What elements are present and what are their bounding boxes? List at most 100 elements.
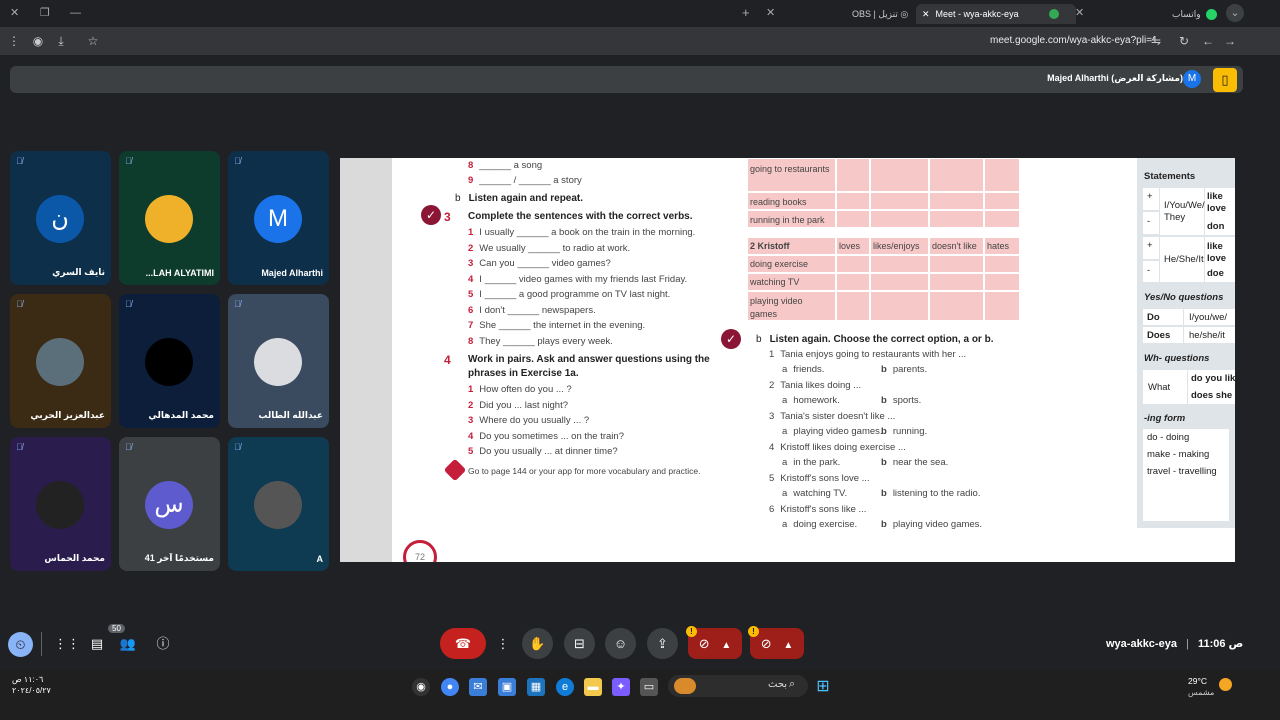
option-a: a playing video games. [782, 426, 883, 437]
shared-screen: 8 ______ a song 9 ______ / ______ a story … [340, 158, 1235, 562]
item-number: 4 [769, 442, 775, 453]
more-options-icon[interactable]: ⋮ [494, 628, 512, 659]
participant-tile[interactable]: 🎙̸ عبدالعزيز الحربي [10, 294, 111, 428]
participant-tile[interactable]: 🎙̸ عبدالله الطالب [228, 294, 329, 428]
column-header: likes/enjoys [873, 241, 920, 251]
store-icon[interactable]: ▦ [527, 678, 545, 696]
table-cell [984, 192, 1020, 210]
copilot-icon[interactable]: ✦ [612, 678, 630, 696]
close-window-icon[interactable]: ✕ [10, 4, 19, 22]
mic-off-icon: 🎙̸ [125, 442, 132, 452]
table-cell [929, 158, 984, 192]
warning-icon: ! [748, 626, 759, 637]
avatar [145, 338, 193, 386]
grammar-verb: love [1207, 203, 1227, 214]
tab-meet[interactable]: ✕ Meet - wya-akkc-eya [916, 4, 1076, 24]
item-number: 7 [468, 320, 474, 331]
download-icon[interactable]: ⤓ [51, 31, 71, 51]
obs-icon[interactable]: ◉ [412, 678, 430, 696]
back-icon[interactable]: ← [1198, 31, 1218, 51]
raise-hand-icon[interactable]: ✋ [522, 628, 553, 659]
table-cell [929, 192, 984, 210]
clock-date[interactable]: ٢٠٢٤/٠٥/٢٧ [12, 686, 51, 695]
column-header: loves [839, 241, 861, 251]
tab-close-icon[interactable]: ✕ [766, 4, 775, 22]
participant-tile[interactable]: 🎙̸ A [228, 437, 329, 571]
question: 4 Kristoff likes doing exercise ... [769, 442, 906, 453]
participant-tile[interactable]: 🎙̸ ...LAH ALYATIMI [119, 151, 220, 285]
item-text: She ______ the internet in the evening. [479, 320, 646, 331]
minimize-window-icon[interactable]: — [70, 4, 81, 22]
table-cell [984, 273, 1020, 291]
item-text: I ______ video games with my friends las… [479, 273, 688, 285]
exercise-number: 4 [444, 353, 451, 367]
tab-whatsapp[interactable]: واتساب [1172, 4, 1218, 24]
list-item: 2 Did you ... last night? [468, 400, 568, 411]
presentation-banner: Majed Alharthi (مشاركة العرض) M ▯ [10, 66, 1243, 93]
restore-window-icon[interactable]: ❐ [40, 4, 50, 22]
participant-tile[interactable]: 🎙̸ س 41 مستخدمًا آخر [119, 437, 220, 571]
item-number: 9 [468, 175, 474, 186]
present-screen-icon[interactable]: ⇪ [647, 628, 678, 659]
leave-call-button[interactable]: ☎ [440, 628, 486, 659]
question-text: Tania enjoys going to restaurants with h… [780, 349, 967, 360]
chat-icon[interactable]: ▤ [86, 633, 108, 655]
exercise-label: b [756, 334, 762, 345]
tab-search-icon[interactable]: ⌄ [1226, 4, 1244, 22]
avatar [145, 195, 193, 243]
app-icon[interactable]: ▣ [498, 678, 516, 696]
people-icon[interactable]: 👥 [117, 633, 139, 655]
grammar-heading: -ing form [1144, 413, 1186, 424]
extension-icon[interactable]: ◉ [28, 31, 48, 51]
layout-toggle-button[interactable]: ▯ [1213, 68, 1237, 92]
checkmark-icon: ✓ [421, 205, 441, 225]
ing-example: travel - travelling [1147, 466, 1217, 477]
edge-icon[interactable]: e [556, 678, 574, 696]
start-windows-icon[interactable]: ⊞ [814, 678, 832, 696]
grammar-aux: Does [1147, 330, 1171, 341]
participant-tile[interactable]: 🎙̸ محمد الحماس [10, 437, 111, 571]
bookmark-star-icon[interactable]: ☆ [83, 31, 103, 51]
ing-example: do - doing [1147, 432, 1190, 443]
tab-close-icon[interactable]: ✕ [922, 9, 930, 19]
avatar [254, 338, 302, 386]
option-b: b sports. [881, 395, 922, 406]
info-icon[interactable]: ⓘ [152, 633, 174, 655]
url-field[interactable]: meet.google.com/wya-akkc-eya?pli=1 [990, 35, 1158, 46]
table-cell [984, 255, 1020, 273]
list-item: 4 Do you sometimes ... on the train? [468, 431, 624, 442]
tab-close-icon[interactable]: ✕ [1075, 4, 1084, 22]
page-number: 72 [403, 540, 437, 562]
file-explorer-icon[interactable]: ▬ [584, 678, 602, 696]
tab-obs[interactable]: OBS | تنزيل ◎ [852, 4, 908, 24]
item-number: 2 [468, 399, 474, 411]
list-item: 4 I ______ video games with my friends la… [468, 274, 687, 285]
app-icon[interactable]: ▭ [640, 678, 658, 696]
option-a: a friends. [782, 364, 825, 375]
grammar-aux: Do [1147, 312, 1160, 323]
item-number: 6 [769, 504, 775, 515]
question-text: Kristoff likes doing exercise ... [780, 442, 906, 453]
reload-icon[interactable]: ↻ [1174, 31, 1194, 51]
table-cell [929, 255, 984, 273]
clock-time[interactable]: ١١:٠٦ ص [12, 675, 43, 684]
forward-icon[interactable]: → [1220, 31, 1240, 51]
table-cell [870, 273, 929, 291]
menu-icon[interactable]: ⋮ [4, 31, 24, 51]
captions-icon[interactable]: ⊟ [564, 628, 595, 659]
item-text: We usually ______ to radio at work. [479, 242, 631, 254]
plus-sign: + [1147, 191, 1153, 202]
site-settings-icon[interactable]: ⇋ [1146, 31, 1166, 51]
mail-icon[interactable]: ✉ [469, 678, 487, 696]
participant-tile[interactable]: 🎙̸ محمد المدهالي [119, 294, 220, 428]
item-number: 2 [769, 380, 775, 391]
host-controls-icon[interactable]: ⏲ [8, 632, 33, 657]
activities-icon[interactable]: ⋮⋮ [54, 633, 80, 655]
participant-tile[interactable]: 🎙̸ ن نايف السري [10, 151, 111, 285]
chrome-icon[interactable]: ● [441, 678, 459, 696]
reactions-icon[interactable]: ☺ [605, 628, 636, 659]
participant-tile[interactable]: 🎙̸ M Majed Alharthi [228, 151, 329, 285]
new-tab-icon[interactable]: + [742, 4, 750, 22]
option-text: near the sea. [892, 457, 949, 468]
taskbar-search[interactable]: بحث ⌕ [668, 675, 808, 697]
